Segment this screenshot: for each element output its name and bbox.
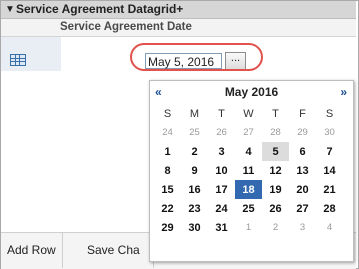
calendar-day[interactable]: 7 xyxy=(316,142,343,161)
calendar-day[interactable]: 4 xyxy=(235,142,262,161)
calendar-day[interactable]: 13 xyxy=(289,161,316,180)
calendar-day[interactable]: 29 xyxy=(154,218,181,237)
calendar-day[interactable]: 24 xyxy=(154,123,181,142)
weekday-header-row: SMTWTFS xyxy=(154,105,343,123)
calendar-week-row: 15 16 17 18 19 20 21 xyxy=(154,180,343,199)
collapse-triangle-icon[interactable]: ▼ xyxy=(5,1,15,18)
calendar-day[interactable]: 2 xyxy=(262,218,289,237)
next-month-icon[interactable]: » xyxy=(340,85,347,99)
calendar-day[interactable]: 14 xyxy=(316,161,343,180)
calendar-day[interactable]: 23 xyxy=(181,199,208,218)
calendar-popup: « May 2016 » SMTWTFS 24 25 26 27 28 29 30 1 2 3 4 5… xyxy=(149,80,354,262)
calendar-day[interactable]: 26 xyxy=(208,123,235,142)
weekday-label: M xyxy=(189,108,200,120)
calendar-day[interactable]: 30 xyxy=(181,218,208,237)
panel-titlebar[interactable]: ▼ Service Agreement Datagrid+ xyxy=(1,1,356,19)
calendar-day[interactable]: 9 xyxy=(181,161,208,180)
calendar-month-label[interactable]: May 2016 xyxy=(150,85,353,99)
calendar-day[interactable]: 21 xyxy=(316,180,343,199)
column-header-row: Service Agreement Date xyxy=(1,19,356,37)
calendar-header: « May 2016 » xyxy=(150,81,353,103)
calendar-day[interactable]: 24 xyxy=(208,199,235,218)
calendar-day[interactable]: 3 xyxy=(208,142,235,161)
calendar-day[interactable]: 26 xyxy=(262,199,289,218)
calendar-week-row: 24 25 26 27 28 29 30 xyxy=(154,123,343,142)
calendar-day[interactable]: 20 xyxy=(289,180,316,199)
calendar-day[interactable]: 30 xyxy=(316,123,343,142)
calendar-day[interactable]: 17 xyxy=(208,180,235,199)
weekday-label: S xyxy=(163,108,172,120)
calendar-week-row: 1234567 xyxy=(154,142,343,161)
calendar-day[interactable]: 12 xyxy=(262,161,289,180)
calendar-day[interactable]: 19 xyxy=(262,180,289,199)
calendar-week-row: 8 9 10 11 12 13 14 xyxy=(154,161,343,180)
calendar-day[interactable]: 6 xyxy=(289,142,316,161)
calendar-day[interactable]: 25 xyxy=(181,123,208,142)
calendar-day[interactable]: 1 xyxy=(235,218,262,237)
grid-table-icon[interactable] xyxy=(10,54,26,66)
calendar-day[interactable]: 22 xyxy=(154,199,181,218)
calendar-day[interactable]: 4 xyxy=(316,218,343,237)
calendar-day[interactable]: 15 xyxy=(154,180,181,199)
calendar-day-selected[interactable]: 18 xyxy=(235,180,262,199)
calendar-week-row: 29 30 31 1 2 3 4 xyxy=(154,218,343,237)
calendar-day[interactable]: 1 xyxy=(154,142,181,161)
calendar-day[interactable]: 11 xyxy=(235,161,262,180)
add-row-button[interactable]: Add Row xyxy=(1,232,63,268)
row-selector-cell[interactable] xyxy=(1,37,61,71)
calendar-days: 24 25 26 27 28 29 30 1 2 3 4 5 6 7 8 9 10 11 12 13 14 15 16 17 1… xyxy=(154,123,343,237)
weekday-label: T xyxy=(272,108,279,120)
calendar-day[interactable]: 3 xyxy=(289,218,316,237)
panel-title: Service Agreement Datagrid+ xyxy=(16,2,184,16)
calendar-day[interactable]: 29 xyxy=(289,123,316,142)
annotation-highlight-ring xyxy=(130,43,263,71)
calendar-day[interactable]: 25 xyxy=(235,199,262,218)
calendar-day[interactable]: 16 xyxy=(181,180,208,199)
calendar-day[interactable]: 10 xyxy=(208,161,235,180)
calendar-day[interactable]: 8 xyxy=(154,161,181,180)
column-header-service-agreement-date[interactable]: Service Agreement Date xyxy=(60,21,192,33)
calendar-day[interactable]: 2 xyxy=(181,142,208,161)
weekday-label: F xyxy=(299,108,306,120)
calendar-day[interactable]: 28 xyxy=(262,123,289,142)
calendar-day[interactable]: 5 xyxy=(262,142,289,161)
calendar-grid: SMTWTFS 24 25 26 27 28 29 30 1 2 3 4 5 6 7 8 9 10 11 12 13 1… xyxy=(154,105,343,237)
weekday-label: S xyxy=(325,108,334,120)
calendar-day[interactable]: 27 xyxy=(289,199,316,218)
calendar-day[interactable]: 27 xyxy=(235,123,262,142)
calendar-day[interactable]: 31 xyxy=(208,218,235,237)
weekday-label: T xyxy=(218,108,225,120)
weekday-label: W xyxy=(243,108,254,120)
calendar-week-row: 22 23 24 25 26 27 28 xyxy=(154,199,343,218)
save-changes-button[interactable]: Save Cha xyxy=(81,232,154,268)
calendar-day[interactable]: 28 xyxy=(316,199,343,218)
